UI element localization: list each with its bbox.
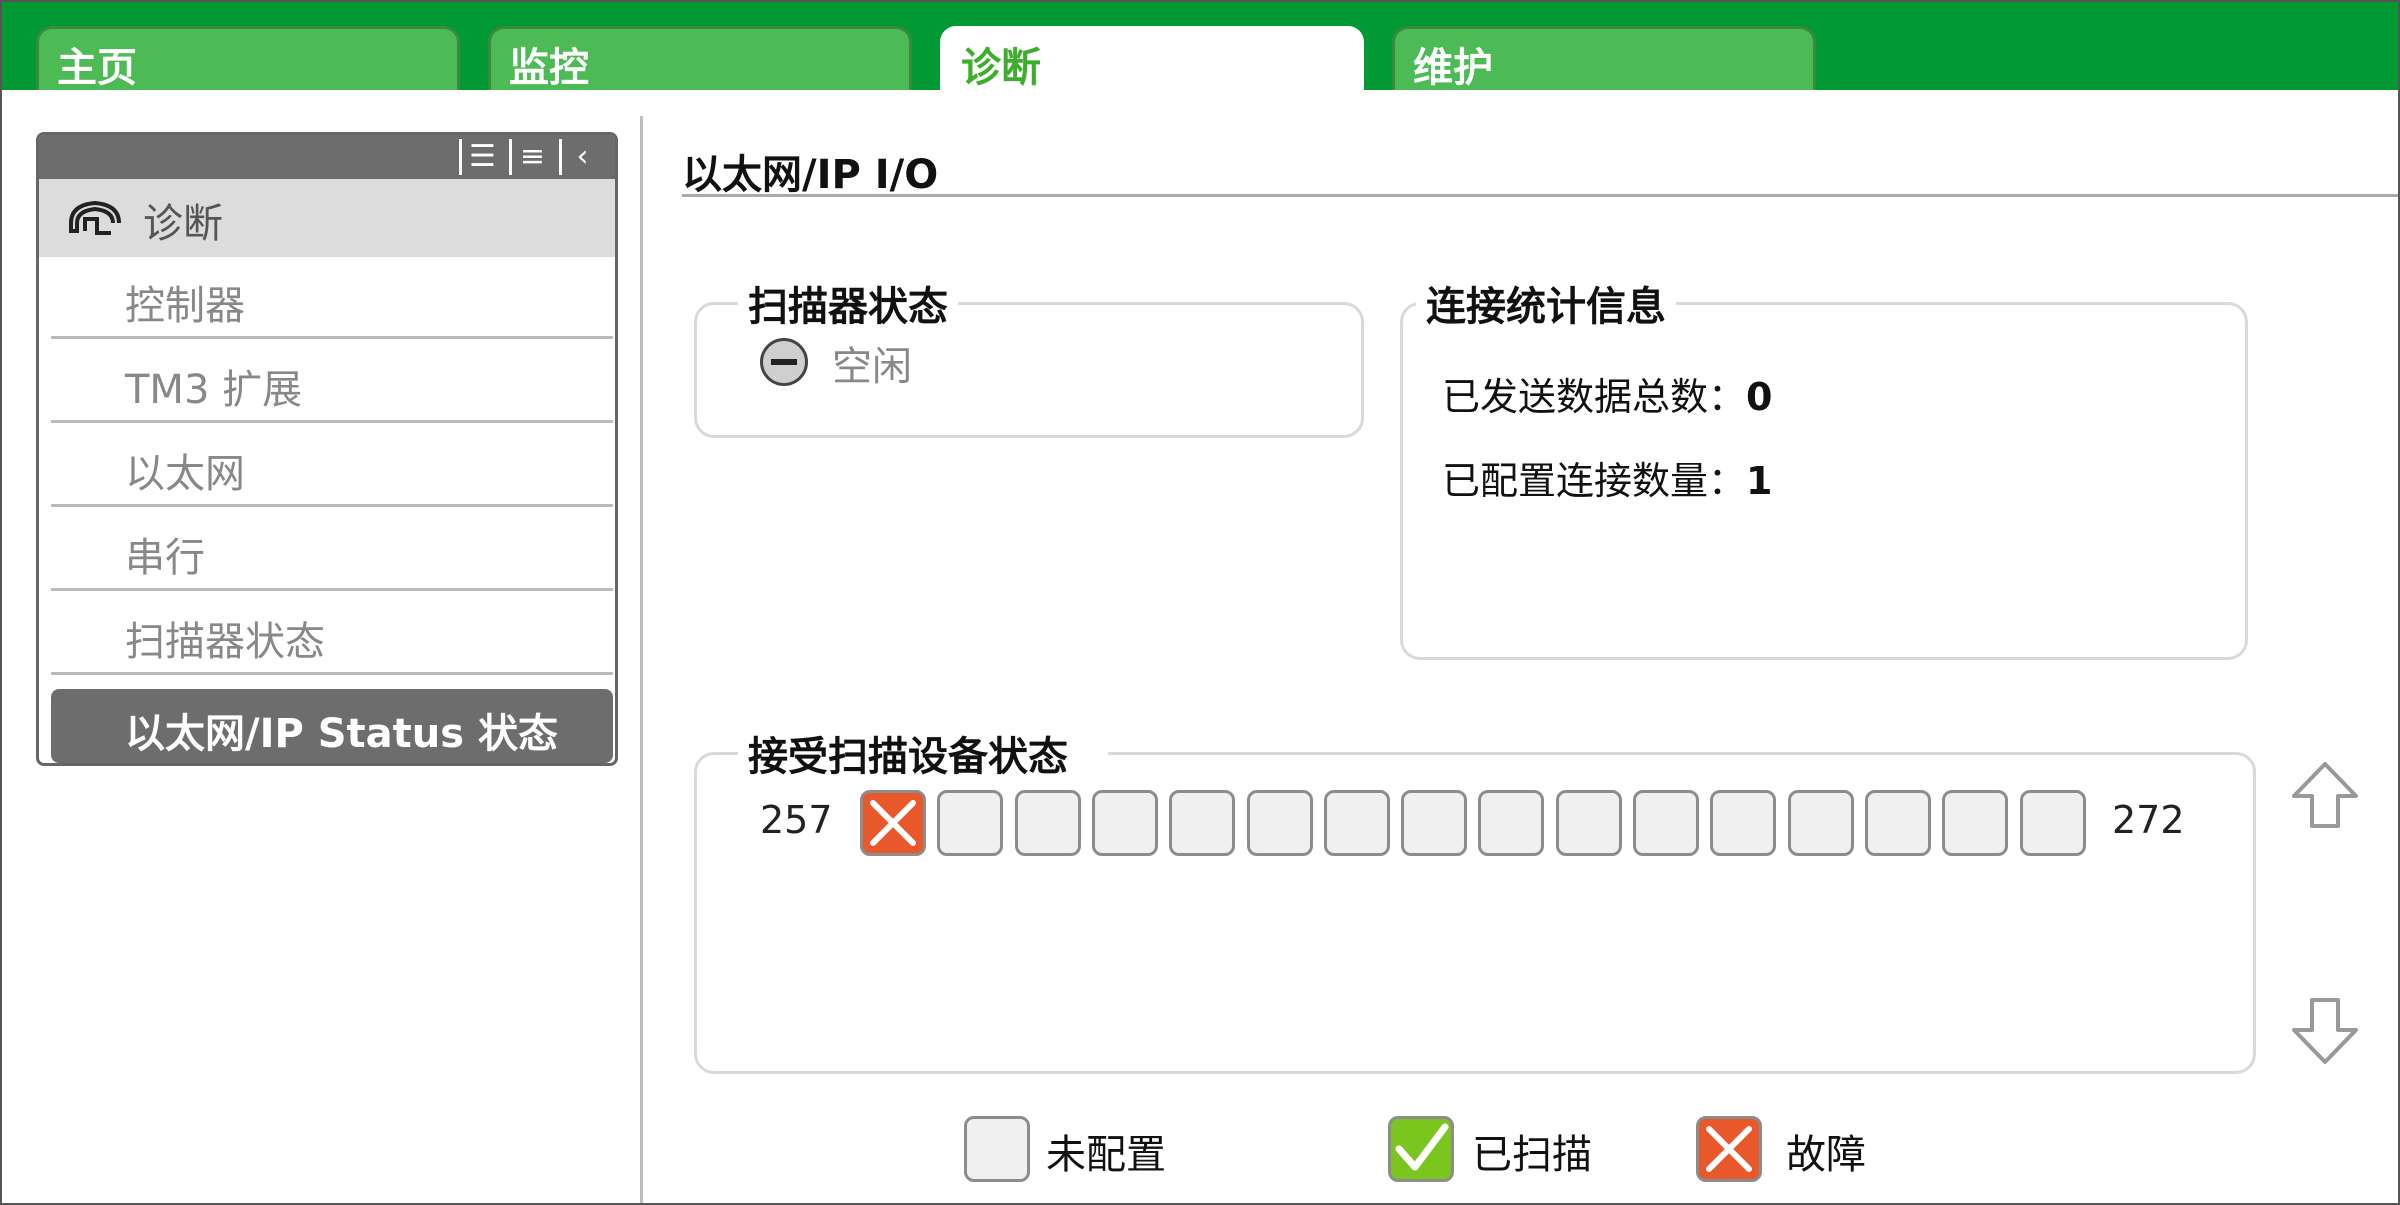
legend-fault-swatch [1696, 1116, 1762, 1182]
device-status-cell[interactable] [1942, 790, 2008, 856]
app-window: 主页 监控 诊断 维护 ☰ ≡ ‹ 诊断 控制器 TM3 扩展 以太网 串行 扫… [0, 0, 2400, 1205]
nav-item-controller[interactable]: 控制器 [51, 257, 613, 339]
legend-scanned-label: 已扫描 [1472, 1132, 1592, 1178]
legend-unconfigured-label: 未配置 [1046, 1132, 1166, 1178]
device-status-cell[interactable] [1710, 790, 1776, 856]
device-status-cell[interactable] [1478, 790, 1544, 856]
device-status-cell[interactable] [860, 790, 926, 856]
vertical-divider [640, 116, 643, 1203]
nav-item-ethernet-ip-status[interactable]: 以太网/IP Status 状态 [51, 689, 613, 763]
list-view-icon[interactable]: ☰ [459, 139, 503, 175]
nav-header[interactable]: 诊断 [39, 179, 615, 257]
tab-home[interactable]: 主页 [36, 26, 460, 91]
scroll-down-icon[interactable] [2290, 996, 2360, 1066]
legend-unconfigured-swatch [964, 1116, 1030, 1182]
nav-item-tm3-expansion[interactable]: TM3 扩展 [51, 341, 613, 423]
tab-maintenance[interactable]: 维护 [1392, 26, 1816, 91]
range-end-label: 272 [2112, 798, 2185, 842]
nav-item-scanner-status[interactable]: 扫描器状态 [51, 593, 613, 675]
nav-toolbar: ☰ ≡ ‹ [39, 135, 615, 179]
compact-list-icon[interactable]: ≡ [509, 139, 553, 175]
stat-total-data-sent-label: 已发送数据总数： [1442, 375, 1747, 419]
tab-bar: 主页 监控 诊断 维护 [2, 2, 2398, 92]
range-start-label: 257 [760, 798, 833, 842]
scanner-status-heading: 扫描器状态 [738, 274, 958, 332]
left-navigation: ☰ ≡ ‹ 诊断 控制器 TM3 扩展 以太网 串行 扫描器状态 以太网/IP … [36, 132, 618, 766]
tab-diagnostics[interactable]: 诊断 [940, 26, 1364, 92]
device-status-cell[interactable] [1633, 790, 1699, 856]
device-status-cell[interactable] [1401, 790, 1467, 856]
nav-item-ethernet[interactable]: 以太网 [51, 425, 613, 507]
device-status-cell[interactable] [1169, 790, 1235, 856]
device-status-cell[interactable] [2020, 790, 2086, 856]
fault-x-icon [870, 800, 916, 846]
connection-stats-heading: 连接统计信息 [1416, 274, 1676, 332]
stat-total-data-sent: 已发送数据总数：0 [1442, 366, 1772, 421]
page-title: 以太网/IP I/O [682, 152, 939, 198]
tab-monitor[interactable]: 监控 [488, 26, 912, 91]
idle-icon [760, 338, 808, 386]
stat-configured-connections-value: 1 [1746, 459, 1773, 503]
device-status-cell[interactable] [1556, 790, 1622, 856]
fault-x-icon [1706, 1126, 1752, 1172]
title-divider [682, 194, 2398, 197]
scanner-state-text: 空闲 [832, 344, 912, 390]
device-status-cell[interactable] [1865, 790, 1931, 856]
device-status-cell[interactable] [1092, 790, 1158, 856]
legend-fault-label: 故障 [1786, 1132, 1866, 1178]
device-status-cell[interactable] [937, 790, 1003, 856]
check-icon [1395, 1123, 1449, 1171]
legend-scanned-swatch [1388, 1116, 1454, 1182]
stat-configured-connections-label: 已配置连接数量： [1442, 459, 1747, 503]
diagnostics-icon [69, 200, 121, 235]
nav-header-label: 诊断 [143, 201, 223, 247]
scroll-up-icon[interactable] [2290, 760, 2360, 830]
collapse-icon[interactable]: ‹ [559, 139, 603, 175]
device-status-cell[interactable] [1015, 790, 1081, 856]
stat-total-data-sent-value: 0 [1746, 375, 1773, 419]
device-status-cell[interactable] [1247, 790, 1313, 856]
device-status-cell[interactable] [1788, 790, 1854, 856]
nav-item-serial[interactable]: 串行 [51, 509, 613, 591]
scanned-devices-heading: 接受扫描设备状态 [738, 724, 1108, 782]
device-status-cell[interactable] [1324, 790, 1390, 856]
stat-configured-connections: 已配置连接数量：1 [1442, 450, 1772, 505]
